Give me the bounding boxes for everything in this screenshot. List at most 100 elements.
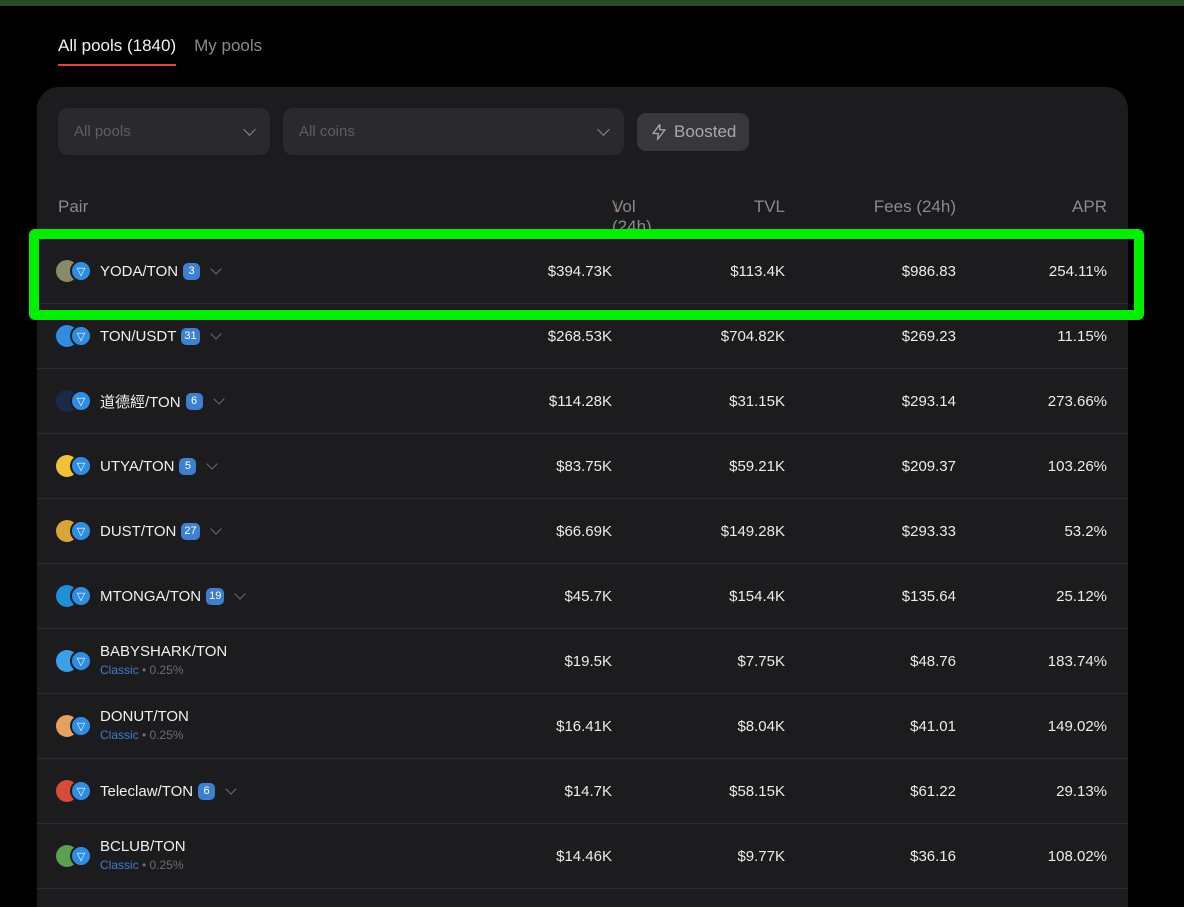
pool-count-badge: 19 — [206, 587, 225, 605]
pair-name: UTYA/TON — [100, 457, 175, 475]
chevron-down-icon[interactable] — [210, 262, 222, 275]
token-pair-icons: ▽ — [56, 258, 96, 284]
table-row[interactable]: ▽ BABYSHARK/TON Classic • 0.25% $19.5K $7.75… — [37, 629, 1128, 694]
ton-icon: ▽ — [70, 260, 92, 282]
pool-fee-label: 0.25% — [149, 663, 184, 677]
coins-filter-select[interactable]: All coins — [283, 108, 624, 155]
apr-cell: 11.15% — [1057, 327, 1107, 345]
pools-table-body: ▽ YODA/TON 3 $394.73K $113.4K $986.83 254.11% ▽… — [37, 239, 1128, 889]
vol-cell: $268.53K — [547, 327, 612, 345]
header-apr[interactable]: APR — [1072, 197, 1107, 217]
pair-cell[interactable]: ▽ 道德經/TON 6 — [56, 369, 225, 433]
pair-name: BCLUB/TON — [100, 838, 186, 855]
pair-cell[interactable]: ▽ BABYSHARK/TON Classic • 0.25% — [56, 629, 227, 693]
fees-cell: $61.22 — [910, 782, 956, 800]
pair-cell[interactable]: ▽ TON/USDT 31 — [56, 304, 222, 368]
table-row[interactable]: ▽ BCLUB/TON Classic • 0.25% $14.46K $9.77K $3… — [37, 824, 1128, 889]
filters-bar: All pools All coins Boosted — [58, 108, 750, 155]
table-row[interactable]: ▽ DUST/TON 27 $66.69K $149.28K $293.33 53.2% — [37, 499, 1128, 564]
pair-name: BABYSHARK/TON — [100, 643, 228, 660]
pool-count-badge: 27 — [181, 522, 200, 540]
pair-stack: BCLUB/TON Classic • 0.25% — [100, 837, 186, 875]
fees-cell: $293.14 — [901, 392, 956, 410]
header-vol-label: Vol (24h) — [612, 197, 652, 236]
pool-fee-label: 0.25% — [149, 858, 184, 872]
fees-cell: $293.33 — [901, 522, 956, 540]
header-fees[interactable]: Fees (24h) — [874, 197, 956, 217]
chevron-down-icon[interactable] — [234, 587, 247, 600]
table-row[interactable]: ▽ 道德經/TON 6 $114.28K $31.15K $293.14 273.66% — [37, 369, 1128, 434]
pools-filter-placeholder: All pools — [74, 123, 131, 140]
token-pair-icons: ▽ — [56, 648, 96, 674]
apr-cell: 183.74% — [1047, 652, 1107, 670]
pool-fee-label: 0.25% — [149, 728, 184, 742]
header-tvl[interactable]: TVL — [754, 197, 785, 217]
pools-filter-select[interactable]: All pools — [58, 108, 270, 155]
chevron-down-icon[interactable] — [209, 522, 222, 535]
fees-cell: $41.01 — [910, 717, 956, 735]
boosted-label: Boosted — [674, 121, 737, 141]
pair-cell[interactable]: ▽ DONUT/TON Classic • 0.25% — [56, 694, 189, 758]
apr-cell: 149.02% — [1047, 717, 1107, 735]
pair-cell[interactable]: ▽ UTYA/TON 5 — [56, 434, 219, 498]
fees-cell: $269.23 — [901, 327, 956, 345]
token-pair-icons: ▽ — [56, 713, 96, 739]
vol-cell: $16.41K — [556, 717, 612, 735]
chevron-down-icon[interactable] — [225, 782, 237, 795]
pool-type-subtitle: Classic • 0.25% — [100, 858, 184, 872]
pair-name: YODA/TON — [100, 262, 179, 280]
ton-icon: ▽ — [70, 715, 92, 737]
fees-cell: $986.83 — [901, 262, 956, 280]
token-pair-icons: ▽ — [56, 843, 96, 869]
tab-all-pools[interactable]: All pools (1840) — [58, 36, 177, 66]
table-row[interactable]: ▽ UTYA/TON 5 $83.75K $59.21K $209.37 103.26% — [37, 434, 1128, 499]
token-pair-icons: ▽ — [56, 778, 96, 804]
fees-cell: $135.64 — [901, 587, 956, 605]
ton-icon: ▽ — [70, 780, 92, 802]
ton-icon: ▽ — [70, 585, 92, 607]
tvl-cell: $58.15K — [729, 782, 785, 800]
pair-cell[interactable]: ▽ DUST/TON 27 — [56, 499, 222, 563]
tvl-cell: $31.15K — [729, 392, 785, 410]
vol-cell: $14.7K — [564, 782, 612, 800]
apr-cell: 25.12% — [1056, 587, 1107, 605]
table-row[interactable]: ▽ DONUT/TON Classic • 0.25% $16.41K $8.04K $4… — [37, 694, 1128, 759]
apr-cell: 108.02% — [1047, 847, 1107, 865]
table-row[interactable]: ▽ Teleclaw/TON 6 $14.7K $58.15K $61.22 29.13% — [37, 759, 1128, 824]
pool-type-label: Classic — [100, 663, 139, 677]
table-row[interactable]: ▽ TON/USDT 31 $268.53K $704.82K $269.23 11.15% — [37, 304, 1128, 369]
pair-cell[interactable]: ▽ BCLUB/TON Classic • 0.25% — [56, 824, 186, 888]
ton-icon: ▽ — [70, 390, 92, 412]
token-pair-icons: ▽ — [56, 583, 96, 609]
tab-my-pools[interactable]: My pools — [194, 36, 262, 66]
pair-cell[interactable]: ▽ YODA/TON 3 — [56, 239, 222, 303]
table-row[interactable]: ▽ YODA/TON 3 $394.73K $113.4K $986.83 254.11% — [37, 239, 1128, 304]
vol-cell: $19.5K — [564, 652, 612, 670]
chevron-down-icon[interactable] — [206, 457, 219, 470]
ton-icon: ▽ — [70, 650, 92, 672]
tvl-cell: $704.82K — [720, 327, 785, 345]
tvl-cell: $113.4K — [730, 262, 785, 280]
ton-icon: ▽ — [70, 325, 92, 347]
vol-cell: $114.28K — [548, 392, 612, 410]
pool-type-subtitle: Classic • 0.25% — [100, 728, 184, 742]
token-pair-icons: ▽ — [56, 518, 96, 544]
tvl-cell: $59.21K — [729, 457, 785, 475]
pool-count-badge: 3 — [183, 262, 201, 280]
pair-cell[interactable]: ▽ Teleclaw/TON 6 — [56, 759, 237, 823]
pair-name: TON/USDT — [100, 327, 177, 345]
chevron-down-icon — [243, 122, 256, 136]
pool-count-badge: 31 — [181, 327, 200, 345]
apr-cell: 254.11% — [1048, 262, 1107, 280]
chevron-down-icon[interactable] — [209, 327, 222, 340]
boosted-toggle-button[interactable]: Boosted — [637, 112, 750, 151]
top-border — [0, 0, 1184, 6]
ton-icon: ▽ — [70, 520, 92, 542]
table-row[interactable]: ▽ MTONGA/TON 19 $45.7K $154.4K $135.64 25.12% — [37, 564, 1128, 629]
pair-name: DONUT/TON — [100, 708, 189, 725]
vol-cell: $66.69K — [556, 522, 612, 540]
chevron-down-icon[interactable] — [212, 392, 225, 405]
header-pair[interactable]: Pair — [58, 197, 88, 217]
pair-cell[interactable]: ▽ MTONGA/TON 19 — [56, 564, 247, 628]
pool-count-badge: 6 — [198, 782, 216, 800]
